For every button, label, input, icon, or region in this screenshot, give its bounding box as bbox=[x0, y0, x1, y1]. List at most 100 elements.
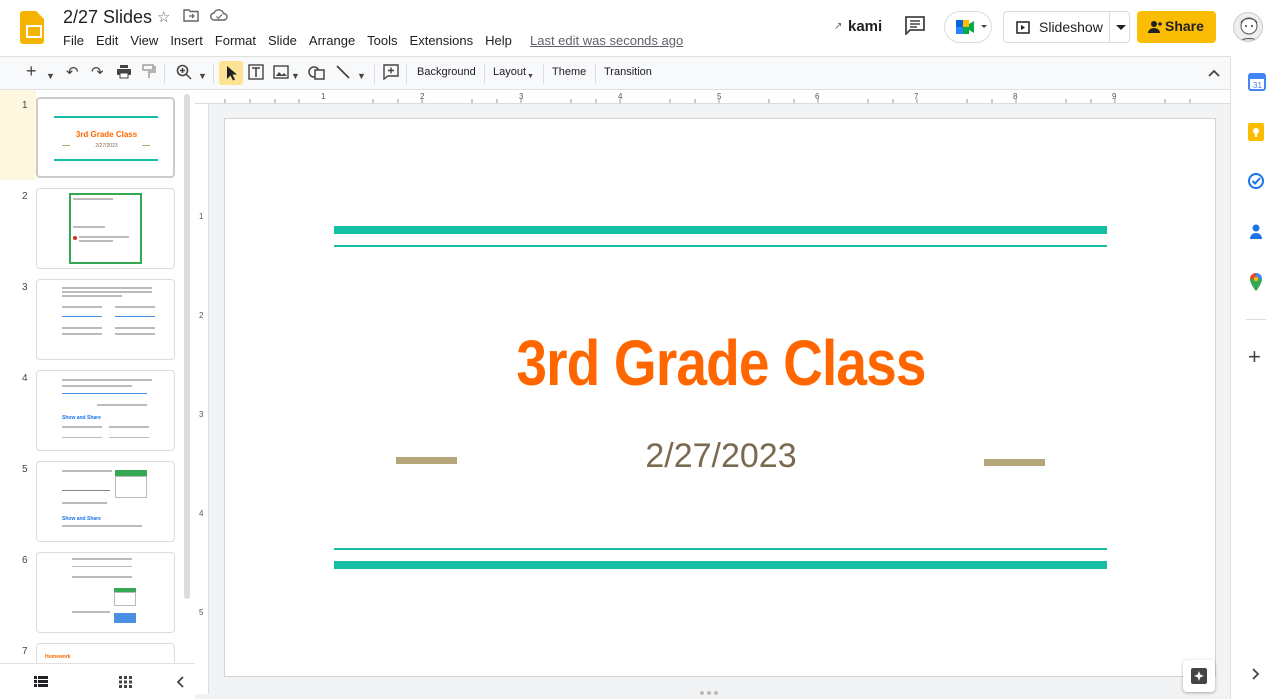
filmstrip-slide-3[interactable]: 3 bbox=[0, 274, 184, 360]
filmstrip-slide-2[interactable]: 2 bbox=[0, 183, 184, 269]
explore-button[interactable] bbox=[1183, 660, 1215, 692]
add-comment-icon[interactable] bbox=[383, 64, 399, 86]
move-folder-icon[interactable] bbox=[183, 8, 199, 26]
menu-extensions[interactable]: Extensions bbox=[404, 32, 480, 50]
ruler-label: 4 bbox=[199, 509, 204, 518]
chevron-down-icon[interactable]: ▼ bbox=[291, 66, 300, 86]
tasks-icon[interactable] bbox=[1248, 173, 1264, 189]
menu-view[interactable]: View bbox=[124, 32, 164, 50]
menu-arrange[interactable]: Arrange bbox=[303, 32, 361, 50]
chevron-down-icon[interactable] bbox=[1116, 25, 1126, 31]
last-edit-link[interactable]: Last edit was seconds ago bbox=[530, 33, 683, 48]
menu-tools[interactable]: Tools bbox=[361, 32, 403, 50]
chevron-right-icon[interactable] bbox=[1252, 668, 1260, 680]
ruler-label: 7 bbox=[914, 92, 919, 101]
share-button[interactable]: Share bbox=[1137, 11, 1216, 43]
menu-slide[interactable]: Slide bbox=[262, 32, 303, 50]
slide-title[interactable]: 3rd Grade Class bbox=[294, 326, 1147, 400]
grid-view-icon[interactable] bbox=[119, 676, 132, 688]
present-icon bbox=[1016, 21, 1030, 34]
chevron-left-icon[interactable] bbox=[176, 676, 184, 688]
slide-number: 2 bbox=[22, 191, 28, 202]
ruler-label: 3 bbox=[199, 410, 204, 419]
add-addon-icon[interactable]: + bbox=[1248, 346, 1264, 368]
star-icon[interactable]: ☆ bbox=[157, 8, 170, 26]
keep-icon[interactable] bbox=[1248, 123, 1264, 141]
layout-button[interactable]: Layout bbox=[493, 66, 526, 78]
slide-thumbnail[interactable]: Show and Share bbox=[36, 370, 175, 451]
toolbar: + ▼ ↶ ↷ ▼ ▼ ▼ Background Layout ▼ Theme … bbox=[0, 56, 1230, 90]
teal-bottom-thin-line[interactable] bbox=[334, 548, 1107, 550]
select-tool[interactable] bbox=[219, 61, 243, 85]
zoom-icon[interactable] bbox=[176, 64, 192, 86]
menu-edit[interactable]: Edit bbox=[90, 32, 124, 50]
teal-top-thick-line[interactable] bbox=[334, 226, 1107, 234]
theme-button[interactable]: Theme bbox=[552, 66, 586, 78]
slideshow-divider bbox=[1109, 12, 1110, 42]
meet-button[interactable] bbox=[944, 11, 992, 43]
thumb-subtitle: 2/27/2023 bbox=[95, 143, 118, 149]
filmstrip-slide-7[interactable]: 7 Homework bbox=[0, 638, 184, 663]
app-header: 2/27 Slides ☆ File Edit View Insert Form… bbox=[0, 0, 1280, 56]
print-icon[interactable] bbox=[116, 64, 132, 85]
redo-icon[interactable]: ↷ bbox=[91, 63, 104, 83]
teal-bottom-thick-line[interactable] bbox=[334, 561, 1107, 569]
toolbar-divider bbox=[164, 64, 165, 84]
maps-icon[interactable] bbox=[1248, 273, 1264, 291]
filmstrip-slide-6[interactable]: 6 bbox=[0, 547, 184, 633]
menu-help[interactable]: Help bbox=[479, 32, 518, 50]
ruler-label: 9 bbox=[1112, 92, 1117, 101]
ruler-label: 2 bbox=[420, 92, 425, 101]
chevron-up-icon[interactable] bbox=[1208, 69, 1220, 77]
text-box-icon[interactable] bbox=[248, 64, 264, 86]
filmstrip-slide-5[interactable]: 5 Show and Share bbox=[0, 456, 184, 542]
background-button[interactable]: Background bbox=[417, 66, 476, 78]
filmstrip: 1 3rd Grade Class 2/27/2023 2 3 4 Show a… bbox=[0, 90, 195, 663]
calendar-icon[interactable]: 31 bbox=[1248, 73, 1266, 91]
slideshow-button[interactable]: Slideshow bbox=[1003, 11, 1130, 43]
image-icon[interactable] bbox=[273, 64, 289, 86]
teal-top-thin-line[interactable] bbox=[334, 245, 1107, 247]
svg-text:31: 31 bbox=[1253, 81, 1262, 90]
contacts-icon[interactable] bbox=[1248, 223, 1264, 239]
slide-subtitle[interactable]: 2/27/2023 bbox=[225, 437, 1217, 476]
shape-icon[interactable] bbox=[308, 64, 325, 86]
ruler-label: 1 bbox=[199, 212, 204, 221]
chevron-down-icon[interactable]: ▼ bbox=[46, 66, 55, 86]
list-view-icon[interactable] bbox=[34, 676, 48, 687]
ruler-label: 5 bbox=[199, 608, 204, 617]
ruler-label: 4 bbox=[618, 92, 623, 101]
avatar[interactable] bbox=[1233, 12, 1263, 42]
filmstrip-slide-1[interactable]: 1 3rd Grade Class 2/27/2023 bbox=[0, 92, 184, 178]
ruler-label: 1 bbox=[321, 92, 326, 101]
filmstrip-scrollbar[interactable] bbox=[184, 94, 190, 599]
slides-logo-icon[interactable] bbox=[20, 11, 44, 44]
slide-thumbnail[interactable]: 3rd Grade Class 2/27/2023 bbox=[36, 97, 175, 178]
menu-file[interactable]: File bbox=[57, 32, 90, 50]
undo-icon[interactable]: ↶ bbox=[66, 63, 79, 83]
filmstrip-slide-4[interactable]: 4 Show and Share bbox=[0, 365, 184, 451]
slide-canvas[interactable]: 3rd Grade Class 2/27/2023 bbox=[224, 118, 1216, 677]
ruler-label: 5 bbox=[717, 92, 722, 101]
slide-thumbnail[interactable] bbox=[36, 552, 175, 633]
tan-right-dash[interactable] bbox=[984, 459, 1045, 466]
chevron-down-icon[interactable]: ▼ bbox=[198, 66, 207, 86]
menu-insert[interactable]: Insert bbox=[164, 32, 209, 50]
chevron-down-icon[interactable]: ▼ bbox=[357, 66, 366, 86]
slide-thumbnail[interactable] bbox=[36, 188, 175, 269]
speaker-notes-handle[interactable] bbox=[700, 691, 725, 695]
document-title[interactable]: 2/27 Slides bbox=[63, 7, 152, 28]
comments-icon[interactable] bbox=[904, 15, 926, 37]
menu-format[interactable]: Format bbox=[209, 32, 262, 50]
new-slide-icon[interactable]: + bbox=[26, 61, 37, 81]
chevron-down-icon[interactable]: ▼ bbox=[527, 67, 534, 87]
slide-thumbnail[interactable]: Homework bbox=[36, 643, 175, 663]
cloud-saved-icon[interactable] bbox=[210, 8, 228, 26]
slide-number: 7 bbox=[22, 646, 28, 657]
kami-button[interactable]: kami bbox=[848, 18, 882, 35]
transition-button[interactable]: Transition bbox=[604, 66, 652, 78]
slide-thumbnail[interactable] bbox=[36, 279, 175, 360]
slide-thumbnail[interactable]: Show and Share bbox=[36, 461, 175, 542]
line-icon[interactable] bbox=[335, 64, 351, 86]
paint-format-icon[interactable] bbox=[142, 64, 156, 85]
